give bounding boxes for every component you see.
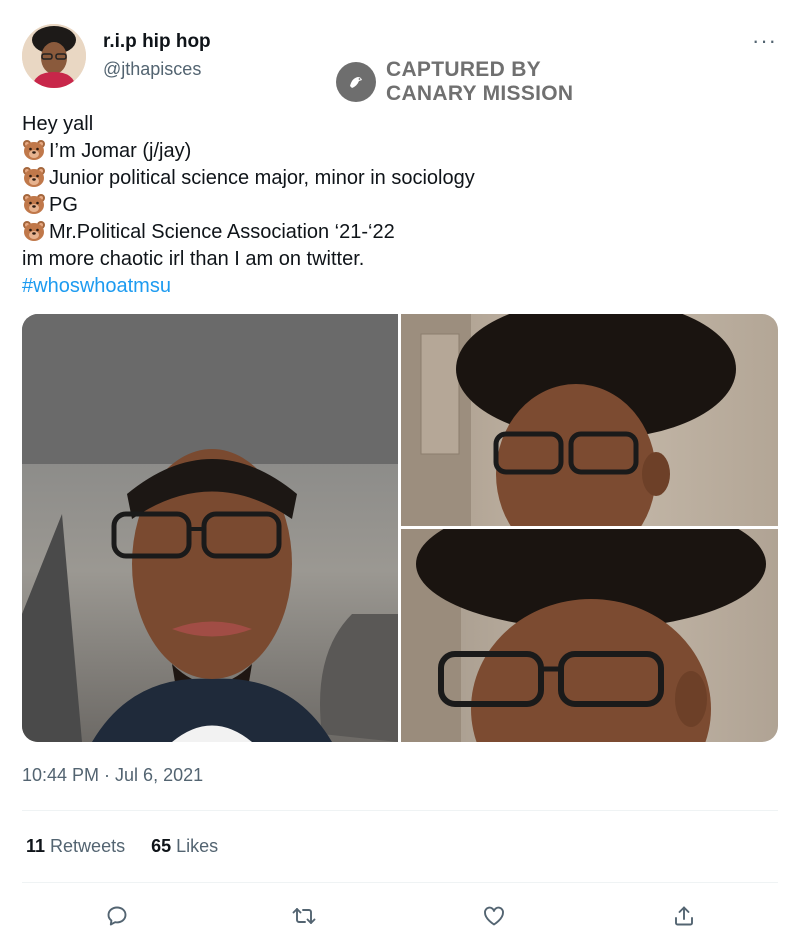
share-icon[interactable] xyxy=(666,898,702,934)
divider xyxy=(22,882,778,883)
likes-count: 65 xyxy=(151,836,172,856)
tweet-line-text: PG xyxy=(49,194,78,216)
tweet-line: I’m Jomar (j/jay) xyxy=(22,138,772,165)
tweet-line: Junior political science major, minor in… xyxy=(22,165,772,192)
like-icon[interactable] xyxy=(476,898,512,934)
retweets-stat[interactable]: 11 Retweets xyxy=(26,836,125,857)
photo-selfie-car[interactable] xyxy=(22,314,398,742)
action-bar xyxy=(0,898,800,934)
tweet-line: im more chaotic irl than I am on twitter… xyxy=(22,248,365,270)
avatar[interactable] xyxy=(22,24,86,88)
tweet-line-text: I’m Jomar (j/jay) xyxy=(49,140,192,162)
author-handle[interactable]: @jthapisces xyxy=(103,59,201,80)
tweet-line-text: Mr.Political Science Association ‘21-‘22 xyxy=(49,221,395,243)
tweet-text: Hey yall I’m Jomar (j/jay) Junior politi… xyxy=(22,111,772,300)
engagement-stats: 11 Retweets 65 Likes xyxy=(26,836,218,857)
bear-face-icon xyxy=(23,194,45,214)
bear-face-icon xyxy=(23,140,45,160)
retweet-icon[interactable] xyxy=(286,898,322,934)
photo-side-profile[interactable] xyxy=(401,314,778,526)
bear-face-icon xyxy=(23,167,45,187)
tweet-timestamp[interactable]: 10:44 PM · Jul 6, 2021 xyxy=(22,765,203,786)
reply-icon[interactable] xyxy=(99,898,135,934)
tweet-line: PG xyxy=(22,192,772,219)
tweet-line-text: Junior political science major, minor in… xyxy=(49,167,475,189)
photo-front-closeup[interactable] xyxy=(401,529,778,742)
tweet-line: Mr.Political Science Association ‘21-‘22 xyxy=(22,219,772,246)
watermark-line-1: CAPTURED BY xyxy=(386,58,541,81)
tweet-line: Hey yall xyxy=(22,113,94,135)
likes-label: Likes xyxy=(176,836,219,856)
retweets-count: 11 xyxy=(26,836,46,856)
divider xyxy=(22,810,778,811)
retweets-label: Retweets xyxy=(50,836,126,856)
hashtag-link[interactable]: #whoswhoatmsu xyxy=(22,273,772,300)
media-grid xyxy=(22,314,778,742)
likes-stat[interactable]: 65 Likes xyxy=(151,836,218,857)
more-options-icon[interactable]: ··· xyxy=(752,28,777,54)
watermark-line-2: CANARY MISSION xyxy=(386,82,574,105)
watermark: CAPTURED BY CANARY MISSION xyxy=(336,58,573,106)
bear-face-icon xyxy=(23,221,45,241)
canary-logo-icon xyxy=(336,62,376,102)
author-display-name[interactable]: r.i.p hip hop xyxy=(103,31,211,53)
